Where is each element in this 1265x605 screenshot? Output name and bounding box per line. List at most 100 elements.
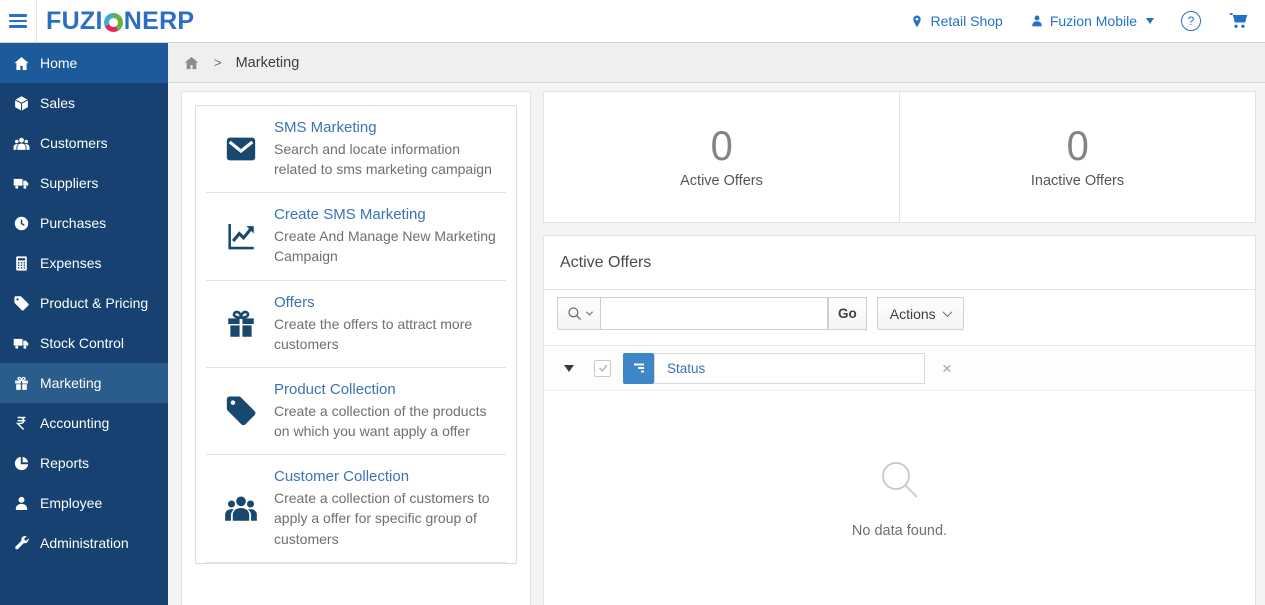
cart-icon[interactable] bbox=[1228, 11, 1249, 31]
sidebar-item-employee[interactable]: Employee bbox=[0, 483, 168, 523]
tag-icon bbox=[208, 394, 274, 428]
sidebar-item-label: Stock Control bbox=[40, 335, 125, 351]
quicklink-offers[interactable]: Offers Create the offers to attract more… bbox=[196, 281, 516, 367]
chevron-down-icon bbox=[585, 308, 593, 316]
users-icon bbox=[208, 491, 274, 525]
sidebar-item-customers[interactable]: Customers bbox=[0, 123, 168, 163]
report-title: Active Offers bbox=[544, 236, 1255, 290]
filter-lines-icon-button[interactable] bbox=[623, 352, 654, 384]
user-menu[interactable]: Fuzion Mobile bbox=[1030, 13, 1154, 29]
filter-status-pill[interactable]: Status bbox=[654, 352, 925, 384]
search-dropdown-button[interactable] bbox=[557, 297, 601, 330]
quicklink-product-collection[interactable]: Product Collection Create a collection o… bbox=[196, 368, 516, 454]
sidebar-item-label: Sales bbox=[40, 95, 76, 111]
sidebar-item-stock-control[interactable]: Stock Control bbox=[0, 323, 168, 363]
breadcrumb: > Marketing bbox=[168, 43, 1265, 83]
sidebar-item-sales[interactable]: Sales bbox=[0, 83, 168, 123]
search-input[interactable] bbox=[601, 297, 828, 330]
breadcrumb-home-icon[interactable] bbox=[183, 55, 200, 71]
active-offers-stat: 0 Active Offers bbox=[544, 92, 899, 222]
sidebar-item-label: Suppliers bbox=[40, 175, 99, 191]
tag-icon bbox=[12, 295, 30, 312]
active-offers-count: 0 bbox=[710, 122, 733, 169]
user-label: Fuzion Mobile bbox=[1049, 13, 1137, 29]
breadcrumb-current: Marketing bbox=[235, 54, 300, 71]
quicklink-title[interactable]: Customer Collection bbox=[274, 468, 502, 485]
sidebar-item-label: Purchases bbox=[40, 215, 107, 231]
quicklink-customer-collection[interactable]: Customer Collection Create a collection … bbox=[196, 455, 516, 561]
app-logo[interactable]: FUZI NERP bbox=[46, 6, 194, 35]
quicklink-title[interactable]: SMS Marketing bbox=[274, 119, 502, 136]
expand-triangle-icon[interactable] bbox=[564, 364, 574, 372]
quicklink-description: Create And Manage New Marketing Campaign bbox=[274, 228, 496, 265]
sidebar-item-label: Home bbox=[40, 55, 78, 71]
quicklink-description: Create a collection of customers to appl… bbox=[274, 490, 490, 547]
cube-icon bbox=[12, 95, 30, 112]
topbar-actions: Retail Shop Fuzion Mobile ? bbox=[910, 11, 1265, 31]
sidebar-item-label: Accounting bbox=[40, 415, 110, 431]
sidebar-item-expenses[interactable]: Expenses bbox=[0, 243, 168, 283]
truck-icon bbox=[12, 335, 30, 352]
envelope-icon bbox=[208, 132, 274, 166]
actions-button[interactable]: Actions bbox=[876, 297, 964, 330]
quicklink-title[interactable]: Create SMS Marketing bbox=[274, 206, 502, 223]
report-toolbar: Go Actions bbox=[544, 290, 1255, 346]
divider bbox=[206, 561, 506, 563]
sidebar-item-home[interactable]: Home bbox=[0, 43, 168, 83]
sidebar-item-suppliers[interactable]: Suppliers bbox=[0, 163, 168, 203]
active-offers-report-panel: Active Offers Go Actions Status × No dat… bbox=[543, 235, 1256, 605]
calculator-icon bbox=[12, 255, 30, 272]
go-button[interactable]: Go bbox=[828, 297, 867, 330]
offers-stats-card: 0 Active Offers 0 Inactive Offers bbox=[543, 91, 1256, 223]
topbar: FUZI NERP Retail Shop Fuzion Mobile ? bbox=[0, 0, 1265, 43]
location-label: Retail Shop bbox=[930, 13, 1003, 29]
search-icon bbox=[567, 306, 581, 320]
sidebar-item-label: Employee bbox=[40, 495, 103, 511]
truck-icon bbox=[12, 175, 30, 192]
filter-row: Status × bbox=[544, 346, 1255, 391]
sidebar-item-accounting[interactable]: Accounting bbox=[0, 403, 168, 443]
sidebar-item-label: Expenses bbox=[40, 255, 102, 271]
location-selector[interactable]: Retail Shop bbox=[910, 13, 1003, 29]
sidebar-item-label: Marketing bbox=[40, 375, 102, 391]
gift-icon bbox=[12, 375, 30, 392]
sidebar-item-label: Customers bbox=[40, 135, 108, 151]
hamburger-menu-icon[interactable] bbox=[0, 0, 37, 42]
check-icon bbox=[598, 364, 607, 372]
empty-state: No data found. bbox=[544, 391, 1255, 539]
filter-checkbox[interactable] bbox=[594, 359, 611, 377]
empty-message: No data found. bbox=[851, 523, 948, 539]
quicklink-title[interactable]: Offers bbox=[274, 294, 502, 311]
remove-filter-icon[interactable]: × bbox=[942, 360, 952, 377]
main-content: SMS Marketing Search and locate informat… bbox=[168, 83, 1265, 605]
logo-circle-icon bbox=[103, 12, 123, 32]
clock-icon bbox=[12, 215, 30, 232]
sidebar-item-reports[interactable]: Reports bbox=[0, 443, 168, 483]
user-icon bbox=[12, 495, 30, 512]
trending-chart-icon bbox=[208, 219, 274, 253]
quicklink-create-sms-marketing[interactable]: Create SMS Marketing Create And Manage N… bbox=[196, 193, 516, 279]
logo-text-left: FUZI bbox=[46, 6, 103, 35]
search-empty-icon bbox=[881, 462, 918, 498]
inactive-offers-count: 0 bbox=[1066, 122, 1089, 169]
home-icon bbox=[12, 55, 30, 72]
quicklink-sms-marketing[interactable]: SMS Marketing Search and locate informat… bbox=[196, 106, 516, 192]
rupee-icon bbox=[12, 415, 30, 432]
pie-chart-icon bbox=[12, 455, 30, 472]
filter-lines-icon bbox=[633, 363, 644, 373]
sidebar-item-label: Product & Pricing bbox=[40, 295, 149, 311]
sidebar-item-administration[interactable]: Administration bbox=[0, 523, 168, 563]
sidebar-item-marketing[interactable]: Marketing bbox=[0, 363, 168, 403]
sidebar-item-purchases[interactable]: Purchases bbox=[0, 203, 168, 243]
users-icon bbox=[12, 135, 30, 152]
filter-label: Status bbox=[667, 360, 706, 376]
sidebar-item-product-pricing[interactable]: Product & Pricing bbox=[0, 283, 168, 323]
sidebar-item-label: Administration bbox=[40, 535, 129, 551]
active-offers-label: Active Offers bbox=[680, 173, 763, 189]
gift-icon bbox=[208, 307, 274, 341]
sidebar-item-label: Reports bbox=[40, 455, 90, 471]
wrench-icon bbox=[12, 535, 30, 552]
sidebar: Home Sales Customers Suppliers Purchases… bbox=[0, 43, 168, 605]
quicklink-title[interactable]: Product Collection bbox=[274, 381, 502, 398]
help-icon[interactable]: ? bbox=[1181, 11, 1201, 31]
